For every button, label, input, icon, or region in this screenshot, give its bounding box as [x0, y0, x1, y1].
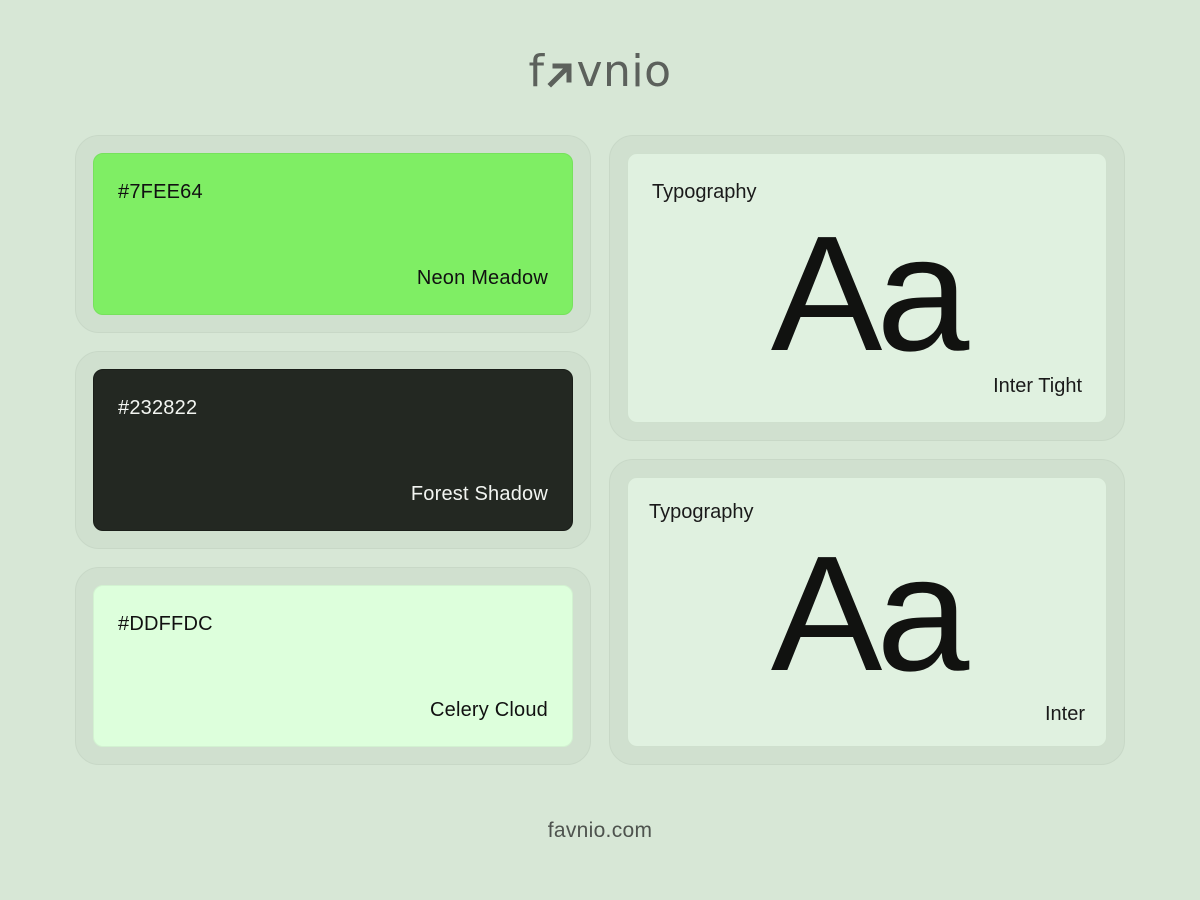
- swatch-color-name: Celery Cloud: [429, 699, 548, 721]
- swatch-color-block: #DDFFDC Celery Cloud: [93, 585, 573, 747]
- typography-label: Typography: [649, 501, 754, 523]
- swatch-color-name: Neon Meadow: [416, 267, 548, 289]
- swatch-color-block: #7FEE64 Neon Meadow: [93, 153, 573, 315]
- logo-text-end: vnio: [576, 46, 672, 97]
- swatch-hex-code: #232822: [118, 397, 198, 419]
- typography-label: Typography: [652, 181, 757, 203]
- brand-wordmark: f vnio: [528, 50, 671, 94]
- swatch-hex-code: #7FEE64: [118, 181, 203, 203]
- swatch-color-block: #232822 Forest Shadow: [93, 369, 573, 531]
- arrow-up-right-icon: [547, 63, 572, 88]
- swatch-hex-code: #DDFFDC: [118, 613, 213, 635]
- typography-card-inter-tight: Typography Aa Inter Tight: [609, 135, 1125, 441]
- swatch-card-neon-meadow: #7FEE64 Neon Meadow: [75, 135, 591, 333]
- typography-panel: Typography Aa Inter: [627, 477, 1107, 747]
- typography-sample: Aa: [770, 202, 970, 385]
- typography-font-name: Inter Tight: [993, 375, 1082, 397]
- footer-website-url: favnio.com: [547, 819, 653, 842]
- logo-text-start: f: [528, 46, 545, 97]
- swatch-card-forest-shadow: #232822 Forest Shadow: [75, 351, 591, 549]
- typography-panel: Typography Aa Inter Tight: [627, 153, 1107, 423]
- swatch-color-name: Forest Shadow: [410, 483, 548, 505]
- typography-font-name: Inter: [1044, 703, 1085, 725]
- typography-sample: Aa: [770, 522, 970, 705]
- swatch-card-celery-cloud: #DDFFDC Celery Cloud: [75, 567, 591, 765]
- brand-logo: f vnio: [0, 48, 1200, 96]
- typography-card-inter: Typography Aa Inter: [609, 459, 1125, 765]
